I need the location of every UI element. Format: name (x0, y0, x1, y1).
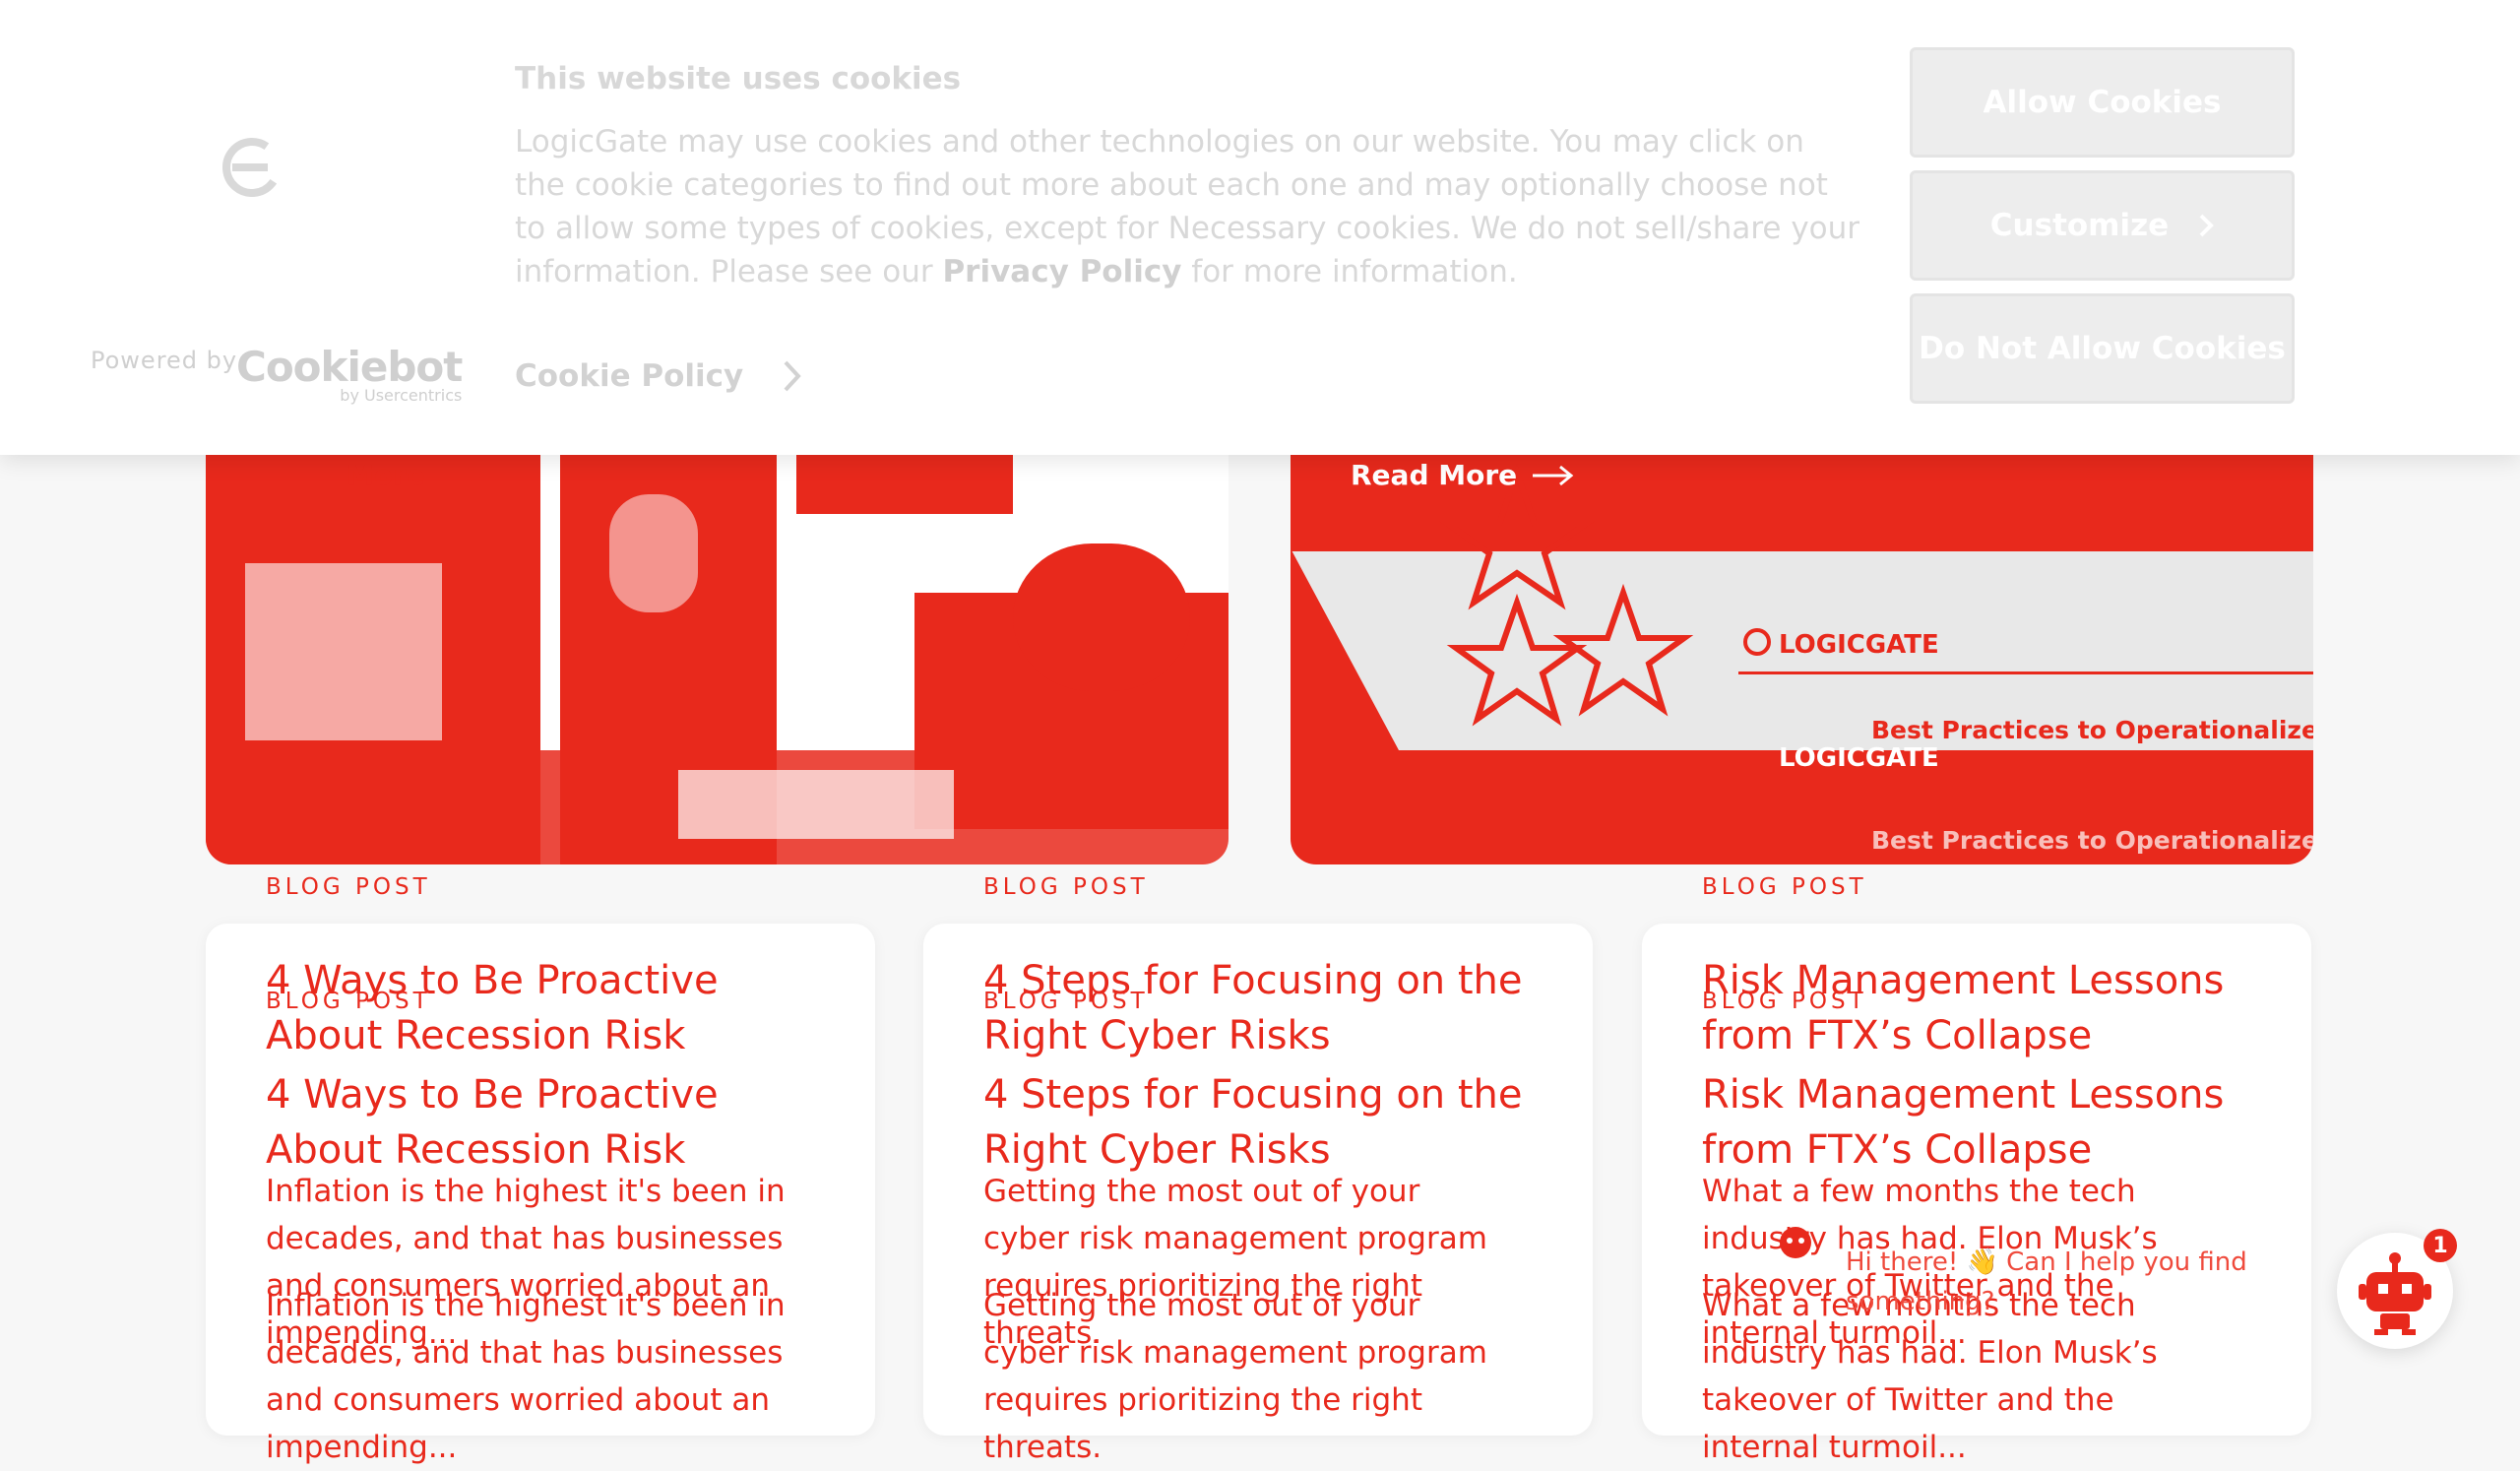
card-excerpt-1-inner: Inflation is the highest it's been in de… (266, 1288, 786, 1465)
deny-cookies-label: Do Not Allow Cookies (1919, 331, 2286, 366)
cookiebot-wordmark: Cookiebot (236, 343, 463, 391)
read-more-link-1[interactable]: More (346, 459, 482, 491)
read-more-label: Read More (1351, 459, 1518, 491)
do-not-allow-cookies-button[interactable]: Do Not Allow Cookies (1910, 293, 2295, 404)
read-more-label: More (346, 459, 425, 491)
promo-tagline: Best Practices to Operationalize (1871, 716, 2313, 744)
chevron-right-icon (2199, 214, 2215, 237)
card-title-3-inner[interactable]: Risk Management Lessons from FTX’s Colla… (1702, 1067, 2253, 1178)
cookie-banner-text: LogicGate may use cookies and other tech… (515, 120, 1863, 293)
customize-label: Customize (1989, 208, 2170, 243)
arrow-right-icon (440, 465, 482, 485)
read-more-link-2[interactable]: Read More (1351, 459, 1574, 491)
brand-wordmark: LOGICGATE (1779, 630, 1939, 660)
meeting-photo-image (206, 455, 1228, 864)
card-eyebrow-2-inner: BLOG POST (983, 989, 1149, 1014)
card-excerpt-2-inner: Getting the most out of your cyber risk … (983, 1288, 1487, 1465)
post-image-recession[interactable] (206, 455, 1228, 864)
cookie-banner: Powered by Cookiebot by Usercentrics Thi… (0, 0, 2520, 455)
privacy-policy-link[interactable]: Privacy Policy (942, 254, 1181, 289)
logicgate-logo-icon (222, 138, 282, 197)
card-eyebrow-2: BLOG POST (983, 874, 1149, 900)
card-eyebrow-1-inner: BLOG POST (266, 989, 431, 1014)
cookie-policy-link[interactable]: Cookie Policy (515, 358, 802, 394)
cookie-text-after: for more information. (1181, 254, 1518, 289)
allow-cookies-button[interactable]: Allow Cookies (1910, 47, 2295, 158)
card-eyebrow-3: BLOG POST (1702, 874, 1867, 900)
powered-by-label: Powered by (91, 347, 238, 374)
allow-cookies-label: Allow Cookies (1983, 85, 2222, 120)
chat-avatar-icon (1780, 1227, 1811, 1258)
chat-greeting[interactable]: Hi there! 👋 Can I help you find somethin… (1846, 1243, 2269, 1321)
card-title-2-inner[interactable]: 4 Steps for Focusing on the Right Cyber … (983, 1067, 1535, 1178)
arrow-right-icon (1533, 465, 1574, 485)
cookiebot-logo[interactable]: Cookiebot by Usercentrics (236, 343, 463, 406)
chevron-right-icon (784, 360, 801, 392)
promo-banner-image: LOGICGATE Best Practices to Operationali… (1291, 455, 2313, 864)
card-eyebrow-3-inner: BLOG POST (1702, 989, 1867, 1014)
chat-notification-badge: 1 (2424, 1229, 2457, 1262)
card-eyebrow-1: BLOG POST (266, 874, 431, 900)
cookie-banner-title: This website uses cookies (515, 61, 962, 96)
post-image-operationalize[interactable]: LOGICGATE Best Practices to Operationali… (1291, 455, 2313, 864)
promo-tagline-echo: Best Practices to Operationalize (1871, 826, 2313, 855)
brand-wordmark-echo: LOGICGATE (1779, 743, 1939, 773)
cookie-policy-label: Cookie Policy (515, 358, 744, 394)
customize-button[interactable]: Customize (1910, 170, 2295, 281)
card-title-1-inner[interactable]: 4 Ways to Be Proactive About Recession R… (266, 1067, 817, 1178)
